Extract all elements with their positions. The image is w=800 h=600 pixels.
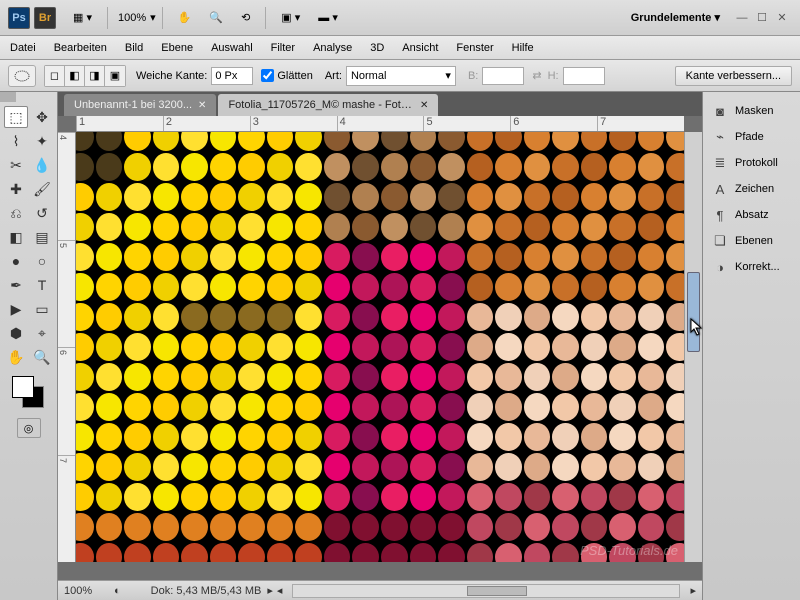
menu-analyse[interactable]: Analyse	[313, 42, 352, 54]
menu-ebene[interactable]: Ebene	[161, 42, 193, 54]
wand-tool[interactable]: ✦	[30, 130, 54, 152]
sel-intersect-icon[interactable]: ▣	[105, 66, 125, 86]
pen-tool[interactable]: ✒	[4, 274, 28, 296]
blur-tool[interactable]: ●	[4, 250, 28, 272]
tab-unbenannt[interactable]: Unbenannt-1 bei 3200...✕	[64, 94, 216, 116]
eyedropper-tool[interactable]: 💧	[30, 154, 54, 176]
masks-icon: ◙	[711, 103, 729, 119]
selection-mode-group: ◻ ◧ ◨ ▣	[44, 65, 126, 87]
foreground-color[interactable]	[12, 376, 34, 398]
antialias-checkbox[interactable]	[261, 69, 274, 82]
shape-tool[interactable]: ▭	[30, 298, 54, 320]
vertical-scrollbar[interactable]	[684, 132, 702, 562]
paragraph-icon: ¶	[711, 207, 729, 223]
type-tool[interactable]: T	[30, 274, 54, 296]
panel-korrekturen[interactable]: ◑Korrekt...	[707, 254, 796, 280]
photoshop-logo: Ps	[8, 7, 30, 29]
history-brush-tool[interactable]: ↺	[30, 202, 54, 224]
rotate-view-icon[interactable]: ⟲	[234, 7, 257, 28]
bridge-logo[interactable]: Br	[34, 7, 56, 29]
brush-tool[interactable]: 🖌	[30, 178, 54, 200]
sel-new-icon[interactable]: ◻	[45, 66, 65, 86]
close-icon[interactable]: ✕	[775, 11, 789, 25]
sel-sub-icon[interactable]: ◨	[85, 66, 105, 86]
layers-icon: ❏	[711, 233, 729, 249]
panel-pfade[interactable]: ⌁Pfade	[707, 124, 796, 150]
panel-dock: ◙Masken ⌁Pfade ≣Protokoll AZeichen ¶Absa…	[702, 92, 800, 600]
panel-absatz[interactable]: ¶Absatz	[707, 202, 796, 228]
feather-input[interactable]	[211, 67, 253, 85]
width-input	[482, 67, 524, 85]
zoom-tool-icon[interactable]: 🔍	[202, 7, 230, 28]
status-zoom[interactable]: 100%	[64, 585, 114, 597]
quickmask-button[interactable]: ◎	[17, 418, 41, 438]
ruler-vertical: 4567	[58, 132, 76, 562]
menu-filter[interactable]: Filter	[271, 42, 295, 54]
tab-close-icon[interactable]: ✕	[420, 100, 428, 111]
status-docsize: Dok: 5,43 MB/5,43 MB	[151, 585, 262, 597]
arrange-dropdown[interactable]: ▣ ▾	[274, 7, 307, 28]
history-icon: ≣	[711, 155, 729, 171]
swap-wh-icon: ⇄	[532, 69, 541, 82]
zoom-dropdown-icon[interactable]: ▾	[150, 11, 156, 24]
height-input	[563, 67, 605, 85]
menu-bild[interactable]: Bild	[125, 42, 143, 54]
antialias-label: Glätten	[277, 70, 312, 82]
move-tool[interactable]: ✥	[30, 106, 54, 128]
3d-tool[interactable]: ⬢	[4, 322, 28, 344]
zoom-tool[interactable]: 🔍	[30, 346, 54, 368]
panel-protokoll[interactable]: ≣Protokoll	[707, 150, 796, 176]
menu-3d[interactable]: 3D	[370, 42, 384, 54]
workspace-switcher[interactable]: Grundelemente ▾	[631, 11, 720, 24]
gradient-tool[interactable]: ▤	[30, 226, 54, 248]
menu-auswahl[interactable]: Auswahl	[211, 42, 253, 54]
style-dropdown[interactable]: Normal▾	[346, 66, 456, 86]
style-label: Art:	[325, 70, 342, 82]
minimize-icon[interactable]: —	[735, 11, 749, 25]
panel-ebenen[interactable]: ❏Ebenen	[707, 228, 796, 254]
dodge-tool[interactable]: ○	[30, 250, 54, 272]
height-label: H:	[548, 70, 559, 82]
sel-add-icon[interactable]: ◧	[65, 66, 85, 86]
tab-close-icon[interactable]: ✕	[198, 100, 206, 111]
menu-fenster[interactable]: Fenster	[456, 42, 493, 54]
menu-datei[interactable]: Datei	[10, 42, 36, 54]
menu-ansicht[interactable]: Ansicht	[402, 42, 438, 54]
screenmode-dropdown[interactable]: ▬ ▾	[311, 7, 345, 28]
panel-zeichen[interactable]: AZeichen	[707, 176, 796, 202]
width-label: B:	[468, 70, 478, 82]
refine-edge-button[interactable]: Kante verbessern...	[675, 66, 792, 86]
marquee-tool[interactable]: ⬚	[4, 106, 28, 128]
crop-tool[interactable]: ✂	[4, 154, 28, 176]
3d-camera-tool[interactable]: ⌖	[30, 322, 54, 344]
layout-dropdown[interactable]: ▦ ▾	[66, 7, 99, 28]
active-tool-ellipse[interactable]	[8, 65, 36, 87]
toolbox: ⬚ ✥ ⌇ ✦ ✂ 💧 ✚ 🖌 ⎌ ↺ ◧ ▤ ● ○ ✒ T ▶ ▭ ⬢ ⌖ …	[0, 92, 58, 600]
adjustments-icon: ◑	[711, 259, 729, 275]
tab-fotolia[interactable]: Fotolia_11705726_M© mashe - Fotolia.com.…	[218, 94, 438, 116]
hand-tool[interactable]: ✋	[4, 346, 28, 368]
horizontal-scrollbar[interactable]	[292, 584, 680, 598]
color-swatches[interactable]	[4, 376, 53, 412]
heal-tool[interactable]: ✚	[4, 178, 28, 200]
character-icon: A	[711, 181, 729, 197]
zoom-level[interactable]: 100%	[118, 12, 146, 24]
ruler-horizontal: 1234567	[76, 116, 684, 132]
eraser-tool[interactable]: ◧	[4, 226, 28, 248]
paths-icon: ⌁	[711, 129, 729, 145]
menu-hilfe[interactable]: Hilfe	[512, 42, 534, 54]
status-dropdown-icon[interactable]: ▸	[267, 584, 273, 597]
path-select-tool[interactable]: ▶	[4, 298, 28, 320]
panel-masken[interactable]: ◙Masken	[707, 98, 796, 124]
hand-tool-icon[interactable]: ✋	[171, 7, 199, 28]
lasso-tool[interactable]: ⌇	[4, 130, 28, 152]
canvas[interactable]: PSD-Tutorials.de	[76, 132, 684, 562]
feather-label: Weiche Kante:	[136, 70, 207, 82]
stamp-tool[interactable]: ⎌	[4, 202, 28, 224]
maximize-icon[interactable]: ☐	[755, 11, 769, 25]
status-info-icon[interactable]: ◐	[114, 585, 121, 597]
menu-bearbeiten[interactable]: Bearbeiten	[54, 42, 107, 54]
